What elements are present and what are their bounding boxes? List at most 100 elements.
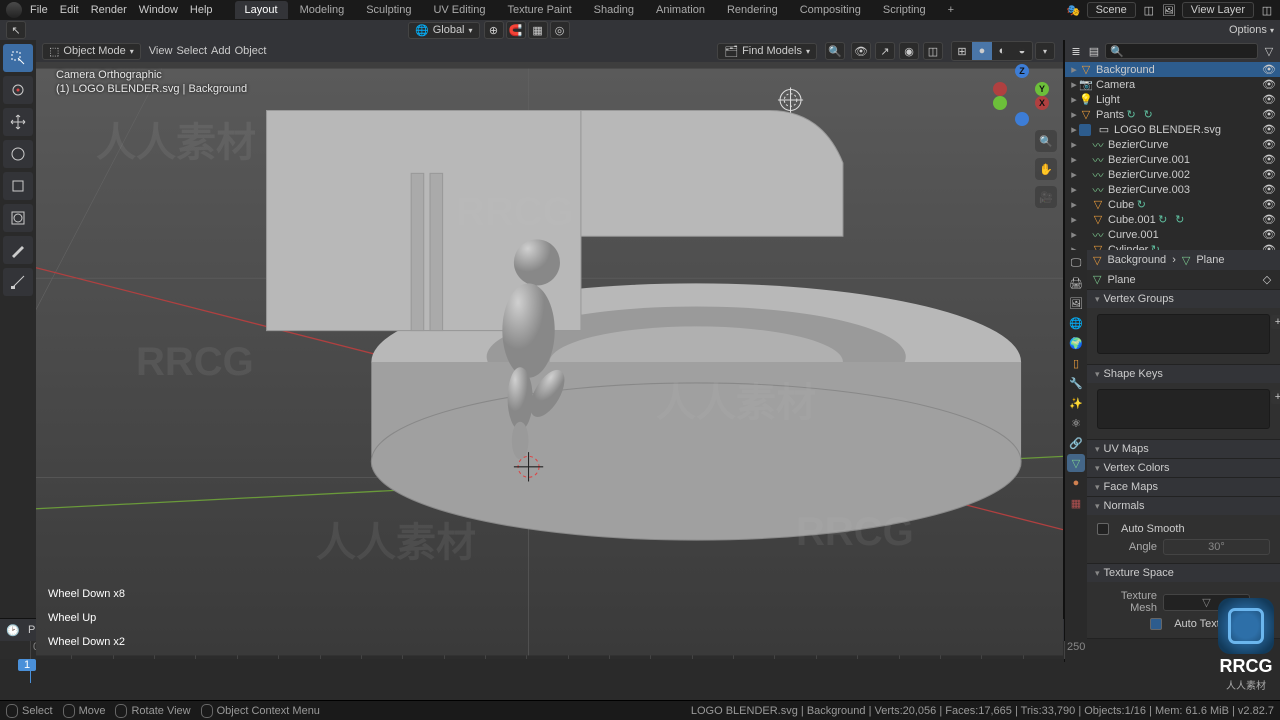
navigation-gizmo[interactable]: Z Y X — [997, 68, 1047, 118]
panel-vertex-colors[interactable]: Vertex Colors — [1087, 459, 1280, 477]
visibility-eye-icon[interactable]: 👁 — [1262, 108, 1276, 121]
playhead[interactable]: 1 — [30, 659, 31, 683]
visibility-eye-icon[interactable]: 👁 — [1262, 243, 1276, 250]
xray-toggle-icon[interactable]: ◫ — [923, 42, 943, 60]
menu-file[interactable]: File — [30, 4, 48, 16]
tab-uv-editing[interactable]: UV Editing — [423, 1, 495, 19]
visibility-eye-icon[interactable]: 👁 — [1262, 198, 1276, 211]
outliner-item-background[interactable]: ▸▽Background👁 — [1065, 62, 1280, 77]
auto-texture-checkbox[interactable] — [1150, 618, 1162, 630]
panel-face-maps[interactable]: Face Maps — [1087, 478, 1280, 496]
tab-render-props[interactable]: 🖵 — [1067, 254, 1085, 272]
shape-keys-list[interactable]: + — [1097, 389, 1270, 429]
tab-scripting[interactable]: Scripting — [873, 1, 936, 19]
search-icon[interactable]: 🔍 — [825, 42, 845, 60]
menu-view-vp[interactable]: View — [149, 45, 173, 57]
shading-solid[interactable]: ● — [972, 42, 992, 60]
new-scene-icon[interactable]: ◫ — [1142, 3, 1156, 17]
visibility-eye-icon[interactable]: 👁 — [1262, 63, 1276, 76]
overlay-toggle-icon[interactable]: ◉ — [899, 42, 919, 60]
shading-wireframe[interactable]: ⊞ — [952, 42, 972, 60]
selectability-icon[interactable]: 👁 — [851, 42, 871, 60]
add-shape-key-icon[interactable]: + — [1271, 390, 1280, 404]
filter-icon[interactable]: ▽ — [1262, 44, 1276, 58]
timeline-editor-icon[interactable]: 🕑 — [6, 623, 20, 637]
gizmo-toggle-icon[interactable]: ↗ — [875, 42, 895, 60]
outliner-display-icon[interactable]: ≣ — [1069, 44, 1083, 58]
pivot-icon[interactable]: ⊕ — [484, 21, 504, 39]
outliner-item-beziercurve-002[interactable]: ▸〰BezierCurve.002👁 — [1065, 167, 1280, 182]
panel-vertex-groups[interactable]: Vertex Groups — [1087, 290, 1280, 308]
scale-tool[interactable] — [3, 172, 33, 200]
find-models-dropdown[interactable]: 🗂 Find Models ▾ — [717, 43, 817, 60]
3d-viewport[interactable]: ⬚ Object Mode ▾ View Select Add Object 🗂… — [36, 40, 1064, 662]
tab-texture-props[interactable]: ▦ — [1067, 494, 1085, 512]
tab-compositing[interactable]: Compositing — [790, 1, 871, 19]
outliner-sort-icon[interactable]: ▤ — [1087, 44, 1101, 58]
tab-output-props[interactable]: 🖨 — [1067, 274, 1085, 292]
outliner-item-cube-001[interactable]: ▸▽Cube.001↻↻👁 — [1065, 212, 1280, 227]
viewlayer-browse-icon[interactable]: 🖼 — [1162, 3, 1176, 17]
breadcrumb-mesh[interactable]: Plane — [1196, 254, 1224, 266]
annotate-tool[interactable] — [3, 236, 33, 264]
outliner-item-cube[interactable]: ▸▽Cube↻👁 — [1065, 197, 1280, 212]
visibility-eye-icon[interactable]: 👁 — [1262, 138, 1276, 151]
tab-sculpting[interactable]: Sculpting — [356, 1, 421, 19]
rotate-tool[interactable] — [3, 140, 33, 168]
visibility-eye-icon[interactable]: 👁 — [1262, 228, 1276, 241]
menu-edit[interactable]: Edit — [60, 4, 79, 16]
breadcrumb-object[interactable]: Background — [1107, 254, 1166, 266]
outliner-item-logo-blender-svg[interactable]: ▸▭LOGO BLENDER.svg👁 — [1065, 122, 1280, 137]
outliner-item-beziercurve-001[interactable]: ▸〰BezierCurve.001👁 — [1065, 152, 1280, 167]
timeline-body[interactable]: 1 — [0, 659, 1064, 683]
shading-matprev[interactable]: ◐ — [992, 42, 1012, 60]
visibility-eye-icon[interactable]: 👁 — [1262, 93, 1276, 106]
pan-icon[interactable]: ✋ — [1035, 158, 1057, 180]
proportional-icon[interactable]: ◎ — [550, 21, 570, 39]
visibility-eye-icon[interactable]: 👁 — [1262, 123, 1276, 136]
visibility-eye-icon[interactable]: 👁 — [1262, 153, 1276, 166]
tab-world-props[interactable]: 🌍 — [1067, 334, 1085, 352]
tab-material-props[interactable]: ● — [1067, 474, 1085, 492]
mesh-name-field[interactable]: Plane — [1107, 274, 1254, 286]
menu-select-vp[interactable]: Select — [176, 45, 207, 57]
outliner-item-light[interactable]: ▸💡Light👁 — [1065, 92, 1280, 107]
tab-constraint-props[interactable]: 🔗 — [1067, 434, 1085, 452]
cursor-tool-icon[interactable]: ↖ — [6, 21, 26, 39]
angle-field[interactable]: 30° — [1163, 539, 1270, 555]
visibility-eye-icon[interactable]: 👁 — [1262, 183, 1276, 196]
menu-window[interactable]: Window — [139, 4, 178, 16]
shading-rendered[interactable]: ◒ — [1012, 42, 1032, 60]
tab-scene-props[interactable]: 🌐 — [1067, 314, 1085, 332]
tab-object-props[interactable]: ▯ — [1067, 354, 1085, 372]
panel-texture-space[interactable]: Texture Space — [1087, 564, 1280, 582]
add-vertex-group-icon[interactable]: + — [1271, 315, 1280, 329]
panel-normals[interactable]: Normals — [1087, 497, 1280, 515]
transform-tool[interactable] — [3, 204, 33, 232]
zoom-icon[interactable]: 🔍 — [1035, 130, 1057, 152]
tab-texture-paint[interactable]: Texture Paint — [497, 1, 581, 19]
visibility-eye-icon[interactable]: 👁 — [1262, 213, 1276, 226]
panel-uv-maps[interactable]: UV Maps — [1087, 440, 1280, 458]
snap-toggle-icon[interactable]: 🧲 — [506, 21, 526, 39]
vertex-groups-list[interactable]: + — [1097, 314, 1270, 354]
options-dropdown[interactable]: Options ▾ — [1229, 24, 1274, 36]
scene-name-field[interactable]: Scene — [1087, 2, 1136, 18]
menu-render[interactable]: Render — [91, 4, 127, 16]
orientation-dropdown[interactable]: 🌐 Global ▾ — [408, 22, 480, 39]
tab-modeling[interactable]: Modeling — [290, 1, 355, 19]
tab-modifier-props[interactable]: 🔧 — [1067, 374, 1085, 392]
camera-view-icon[interactable]: 🎥 — [1035, 186, 1057, 208]
move-tool[interactable] — [3, 108, 33, 136]
visibility-eye-icon[interactable]: 👁 — [1262, 78, 1276, 91]
tab-add[interactable]: + — [938, 1, 964, 19]
tab-mesh-data-props[interactable]: ▽ — [1067, 454, 1085, 472]
menu-help[interactable]: Help — [190, 4, 213, 16]
select-box-tool[interactable] — [3, 44, 33, 72]
tab-particle-props[interactable]: ✨ — [1067, 394, 1085, 412]
menu-object-vp[interactable]: Object — [235, 45, 267, 57]
outliner-search[interactable]: 🔍 — [1105, 43, 1258, 59]
tab-physics-props[interactable]: ⚛ — [1067, 414, 1085, 432]
scene-browse-icon[interactable]: 🎭 — [1067, 3, 1081, 17]
tab-shading[interactable]: Shading — [584, 1, 644, 19]
